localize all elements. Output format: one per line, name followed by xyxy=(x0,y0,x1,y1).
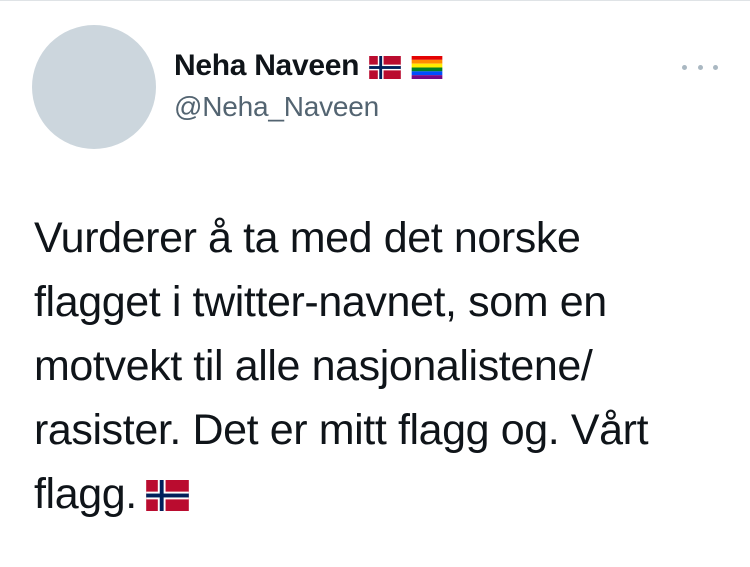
norway-flag-icon xyxy=(145,480,190,511)
tweet-text-line: rasister. Det er mitt flagg og. Vårt xyxy=(34,406,649,454)
tweet-text-line: flagget i twitter-navnet, som en xyxy=(34,278,607,326)
author-display-name[interactable]: Neha Naveen xyxy=(174,49,359,83)
author-handle[interactable]: @Neha_Naveen xyxy=(174,91,379,123)
tweet-text-line-last: flagg. xyxy=(34,462,734,526)
rainbow-flag-icon xyxy=(411,55,443,79)
tweet-text-line: motvekt til alle nasjonalistene/ xyxy=(34,342,593,390)
tweet-card: Neha Naveen @Neha_Naveen Vurderer å ta m… xyxy=(0,0,750,567)
more-options-icon[interactable] xyxy=(682,57,718,77)
author-name-row: Neha Naveen xyxy=(174,46,443,86)
tweet-text: Vurderer å ta med det norske flagget i t… xyxy=(34,206,734,526)
norway-flag-icon xyxy=(369,55,401,79)
tweet-text-line: Vurderer å ta med det norske xyxy=(34,214,581,262)
avatar[interactable] xyxy=(32,25,156,149)
tweet-text-line: flagg. xyxy=(34,470,137,518)
